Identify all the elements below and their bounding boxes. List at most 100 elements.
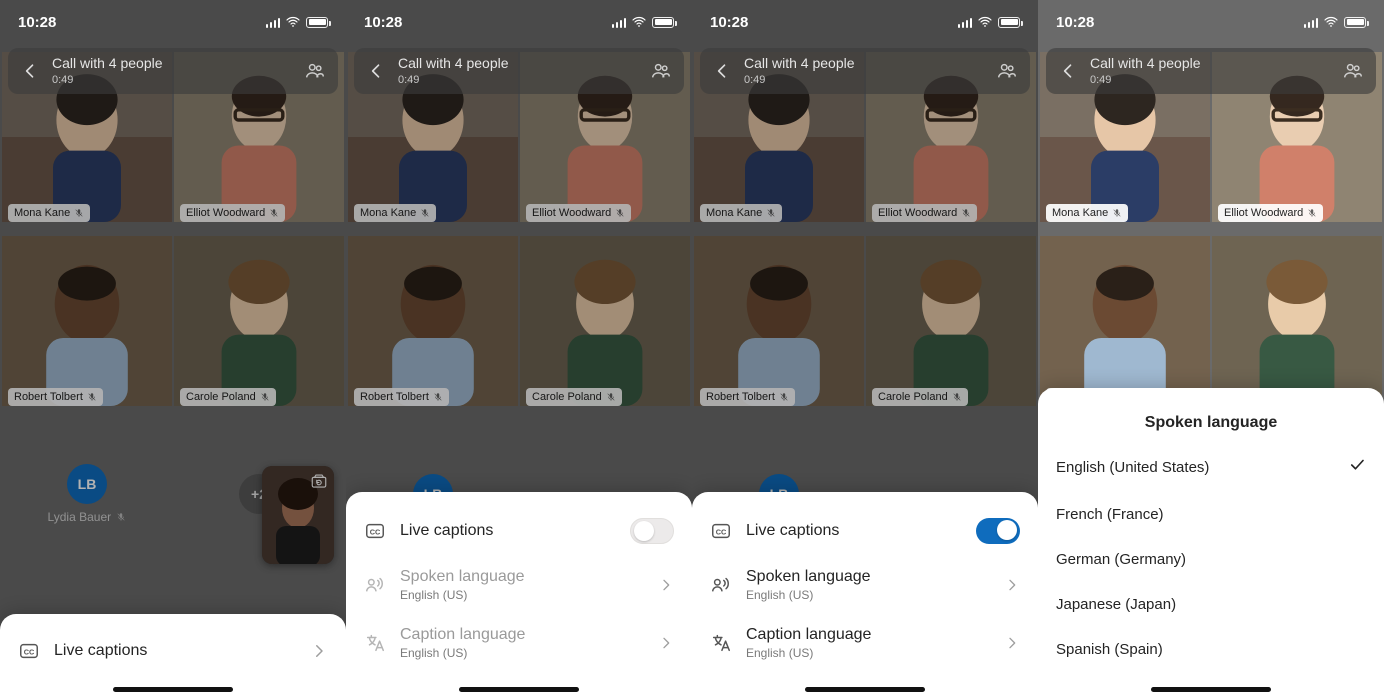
live-captions-toggle-row[interactable]: Live captions [362, 506, 676, 556]
person-speaking-icon [710, 574, 732, 596]
mic-off-icon [260, 392, 270, 402]
participants-button[interactable] [996, 60, 1018, 82]
status-bar: 10:28 [1038, 0, 1384, 44]
participant-tile[interactable]: Carole Poland [174, 230, 344, 412]
home-indicator [459, 687, 579, 692]
call-header: Call with 4 people0:49 [1046, 48, 1376, 94]
caption-language-label: Caption language [746, 626, 990, 644]
participant-tile[interactable]: Robert Tolbert [2, 230, 172, 412]
mic-off-icon [420, 208, 430, 218]
mic-off-icon [779, 392, 789, 402]
live-captions-toggle-row[interactable]: Live captions [708, 506, 1022, 556]
status-bar: 10:28 [346, 0, 692, 44]
participant-tile[interactable]: Carole Poland [866, 230, 1036, 412]
mic-off-icon [606, 392, 616, 402]
participant-name: Elliot Woodward [186, 207, 265, 219]
language-option-label: Spanish (Spain) [1056, 641, 1163, 658]
back-button[interactable] [20, 61, 40, 81]
wifi-icon [285, 14, 301, 30]
cellular-signal-icon [1304, 17, 1319, 28]
participant-name-badge: Robert Tolbert [8, 388, 103, 406]
language-option[interactable]: French (France) [1054, 492, 1368, 537]
call-title: Call with 4 people [52, 56, 163, 71]
language-option[interactable]: English (United States) [1054, 442, 1368, 492]
call-header: Call with 4 people0:49 [700, 48, 1030, 94]
battery-icon [306, 17, 328, 28]
live-captions-toggle[interactable] [976, 518, 1020, 544]
live-captions-toggle[interactable] [630, 518, 674, 544]
mic-off-icon [1307, 208, 1317, 218]
person-speaking-icon [364, 574, 386, 596]
participant-name-badge: Elliot Woodward [180, 204, 285, 222]
avatar-circle: LB [67, 464, 107, 504]
spoken-language-row: Spoken language English (US) [362, 556, 676, 614]
participant-name-badge: Mona Kane [8, 204, 90, 222]
participant-name-badge: Robert Tolbert [354, 388, 449, 406]
spoken-language-row[interactable]: Spoken language English (US) [708, 556, 1022, 614]
chevron-right-icon [310, 642, 328, 660]
participant-tile[interactable]: Robert Tolbert [348, 230, 518, 412]
participant-tile[interactable]: Carole Poland [520, 230, 690, 412]
language-option-label: Japanese (Japan) [1056, 596, 1176, 613]
cc-icon [18, 640, 40, 662]
chevron-right-icon [1004, 577, 1020, 593]
phone-screen-3: Mona Kane Elliot Woodward Robert Tolbert… [692, 0, 1038, 698]
participants-button[interactable] [650, 60, 672, 82]
avatar-name: Lydia Bauer [48, 510, 127, 524]
spoken-language-value: English (US) [400, 588, 644, 602]
back-button[interactable] [712, 61, 732, 81]
participants-button[interactable] [304, 60, 326, 82]
home-indicator [805, 687, 925, 692]
wifi-icon [1323, 14, 1339, 30]
participant-name-badge: Elliot Woodward [872, 204, 977, 222]
participant-name-badge: Carole Poland [526, 388, 622, 406]
caption-language-value: English (US) [746, 646, 990, 660]
spoken-language-label: Spoken language [400, 568, 644, 586]
call-duration: 0:49 [1090, 74, 1201, 86]
back-button[interactable] [366, 61, 386, 81]
avatar-tile[interactable]: LB Lydia Bauer [2, 414, 172, 574]
mic-off-icon [269, 208, 279, 218]
check-icon [1348, 456, 1366, 478]
mic-off-icon [766, 208, 776, 218]
chevron-right-icon [658, 635, 674, 651]
participant-name-badge: Mona Kane [700, 204, 782, 222]
mic-off-icon [87, 392, 97, 402]
participant-tile[interactable]: Robert Tolbert [694, 230, 864, 412]
phone-screen-2: Mona Kane Elliot Woodward Robert Tolbert… [346, 0, 692, 698]
captions-settings-sheet: Live captions Spoken language English (U… [346, 492, 692, 698]
status-time: 10:28 [1056, 14, 1094, 31]
self-view[interactable] [262, 466, 334, 564]
chevron-right-icon [1004, 635, 1020, 651]
participants-button[interactable] [1342, 60, 1364, 82]
participant-name: Carole Poland [186, 391, 256, 403]
language-option[interactable]: German (Germany) [1054, 537, 1368, 582]
status-time: 10:28 [710, 14, 748, 31]
captions-entry-sheet: Live captions [0, 614, 346, 698]
participant-tile[interactable]: Carole Poland [1212, 230, 1382, 412]
cellular-signal-icon [612, 17, 627, 28]
participant-tile[interactable]: Robert Tolbert [1040, 230, 1210, 412]
participant-name: Mona Kane [14, 207, 70, 219]
mic-off-icon [952, 392, 962, 402]
caption-language-row[interactable]: Caption language English (US) [708, 614, 1022, 672]
language-option-label: English (United States) [1056, 459, 1209, 476]
live-captions-row[interactable]: Live captions [16, 628, 330, 674]
wifi-icon [631, 14, 647, 30]
language-option[interactable]: Spanish (Spain) [1054, 627, 1368, 672]
call-duration: 0:49 [52, 74, 163, 86]
back-button[interactable] [1058, 61, 1078, 81]
mic-off-icon [433, 392, 443, 402]
cc-icon [364, 520, 386, 542]
call-duration: 0:49 [398, 74, 509, 86]
battery-icon [1344, 17, 1366, 28]
status-time: 10:28 [364, 14, 402, 31]
flip-camera-icon[interactable] [310, 472, 328, 490]
language-option[interactable]: Japanese (Japan) [1054, 582, 1368, 627]
participant-name: Robert Tolbert [14, 391, 83, 403]
home-indicator [113, 687, 233, 692]
participant-name-badge: Mona Kane [1046, 204, 1128, 222]
live-captions-label: Live captions [54, 642, 296, 660]
call-title: Call with 4 people [744, 56, 855, 71]
overflow-tile[interactable]: +2 [174, 414, 344, 574]
